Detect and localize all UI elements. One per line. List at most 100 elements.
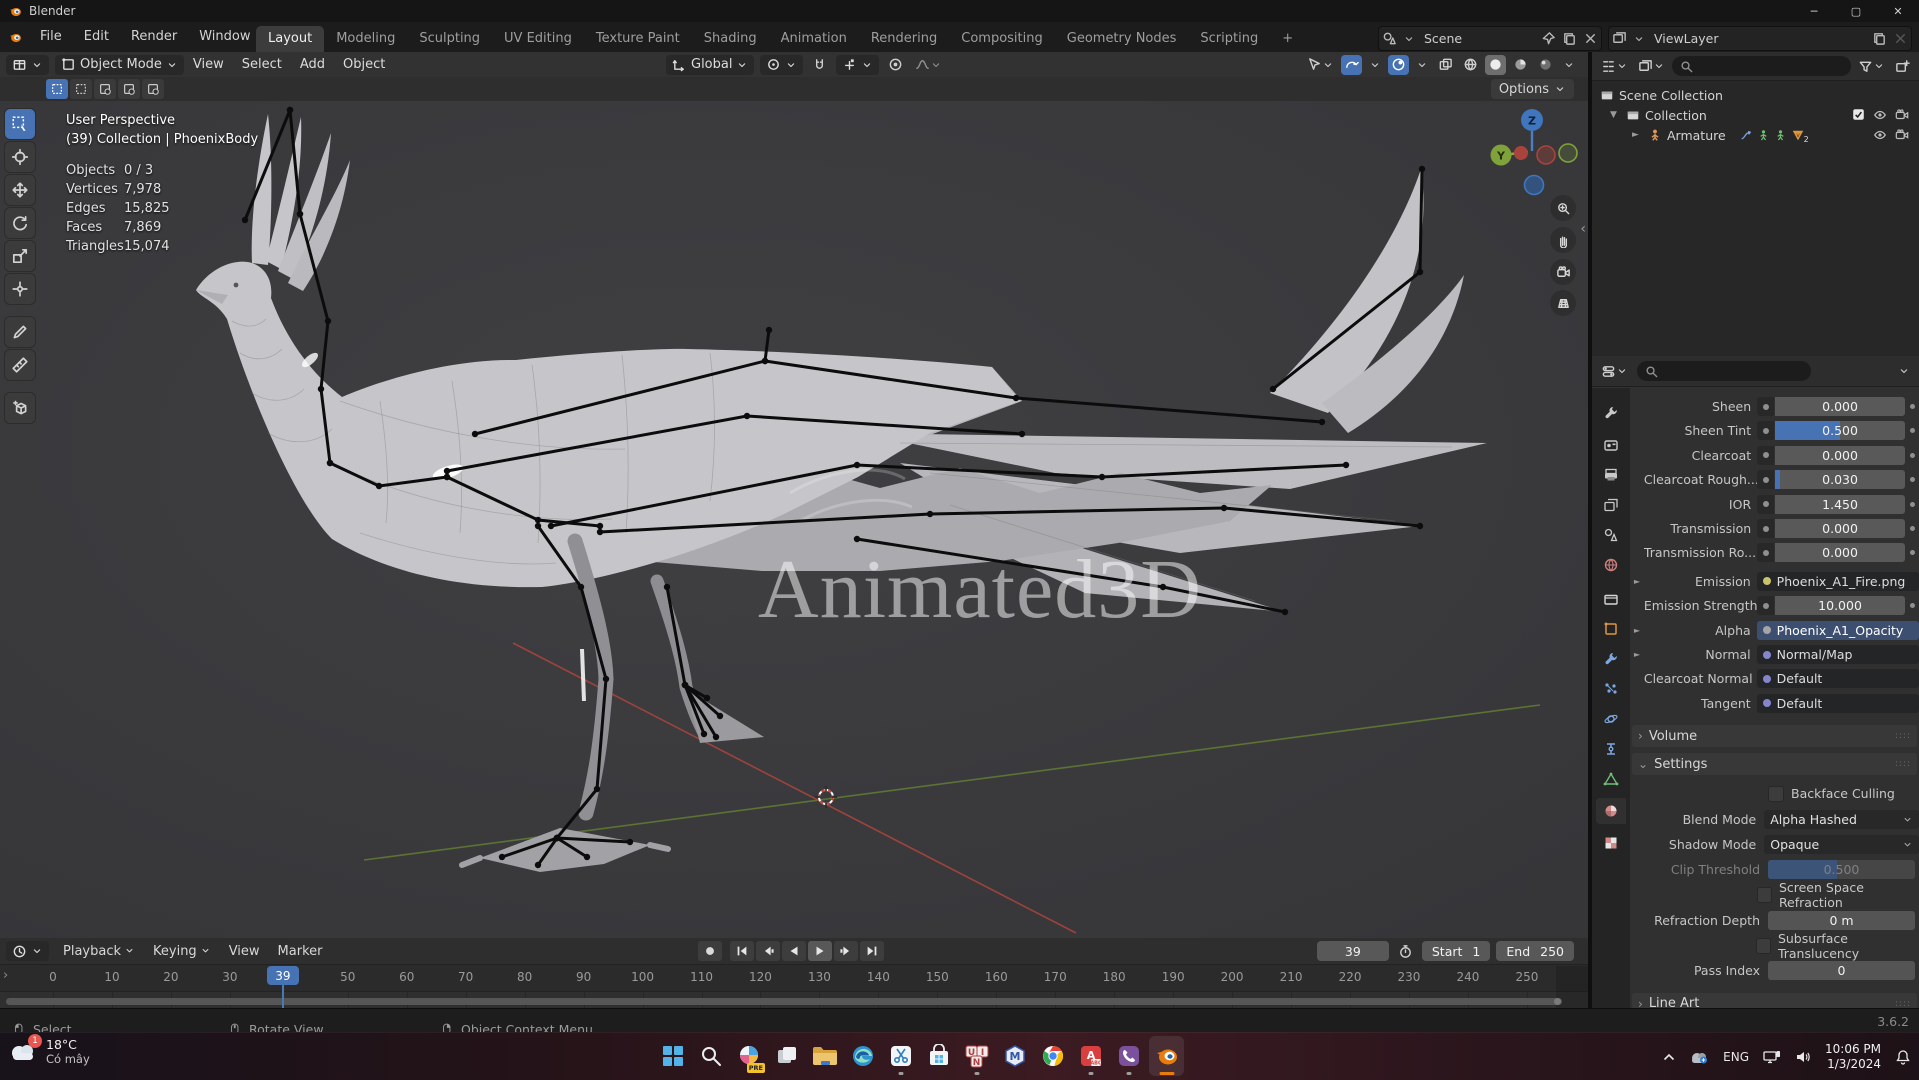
property-socket-field[interactable]: Phoenix_A1_Fire.png bbox=[1756, 571, 1919, 591]
tab-rendering[interactable]: Rendering bbox=[859, 26, 949, 52]
expand-right-icon[interactable]: ► bbox=[1630, 577, 1644, 586]
properties-search-input[interactable] bbox=[1637, 361, 1811, 381]
orthographic-toggle-button[interactable] bbox=[1550, 290, 1576, 316]
network-icon[interactable] bbox=[1763, 1050, 1781, 1064]
record-button[interactable] bbox=[698, 941, 722, 961]
pivot-dropdown[interactable] bbox=[760, 54, 804, 75]
properties-editor-type-button[interactable] bbox=[1598, 361, 1631, 381]
tab-modeling[interactable]: Modeling bbox=[324, 26, 407, 52]
taskbar-app-unikey[interactable]: UIN bbox=[959, 1036, 994, 1076]
properties-tab-object[interactable] bbox=[1596, 616, 1626, 642]
gizmo-x-negative[interactable] bbox=[1536, 145, 1556, 165]
properties-tab-collection[interactable] bbox=[1596, 586, 1626, 612]
viewlayer-selector[interactable]: ViewLayer bbox=[1608, 26, 1912, 51]
snap-target-dropdown[interactable] bbox=[836, 54, 880, 75]
3d-viewport[interactable]: User Perspective (39) Collection | Phoen… bbox=[0, 101, 1588, 938]
snap-toggle[interactable] bbox=[809, 55, 830, 75]
animate-dot-button[interactable] bbox=[1757, 519, 1775, 538]
property-socket-field[interactable]: Phoenix_A1_Opacity bbox=[1756, 620, 1919, 640]
animate-dot-button[interactable] bbox=[1757, 445, 1775, 465]
eye-icon[interactable] bbox=[1873, 108, 1887, 122]
decorator-dot[interactable] bbox=[1905, 404, 1919, 409]
outliner-item-label[interactable]: Armature bbox=[1667, 128, 1726, 143]
shading-solid-button[interactable] bbox=[1485, 54, 1506, 75]
viewlayer-name[interactable]: ViewLayer bbox=[1648, 31, 1869, 46]
panel-header-settings[interactable]: ⌄ Settings:::: bbox=[1632, 753, 1917, 776]
play-button[interactable] bbox=[808, 941, 832, 961]
maximize-button[interactable]: ▢ bbox=[1835, 0, 1877, 22]
expand-right-icon[interactable]: ► bbox=[1632, 130, 1646, 140]
outliner-row-scene-collection[interactable]: Scene Collection bbox=[1592, 85, 1919, 105]
taskbar-app-edge[interactable] bbox=[845, 1036, 880, 1076]
properties-tab-render[interactable] bbox=[1596, 432, 1626, 458]
property-slider[interactable]: 0.500 bbox=[1775, 421, 1906, 441]
decorator-dot[interactable] bbox=[1905, 477, 1919, 483]
decorator-dot[interactable] bbox=[1905, 603, 1919, 609]
viewport-menu-select[interactable]: Select bbox=[233, 57, 291, 72]
transform-tool-button[interactable] bbox=[5, 274, 35, 304]
outliner-item-label[interactable]: Scene Collection bbox=[1619, 88, 1723, 103]
outliner-display-mode-button[interactable] bbox=[1598, 56, 1631, 76]
timeline-menu-view[interactable]: View bbox=[221, 944, 268, 959]
prev-key-button[interactable] bbox=[756, 941, 780, 961]
tab-geometry-nodes[interactable]: Geometry Nodes bbox=[1055, 26, 1189, 52]
outliner-filter-mode-button[interactable] bbox=[1635, 56, 1668, 76]
select-mode-2[interactable] bbox=[94, 79, 116, 99]
navigation-gizmo[interactable]: Z Y bbox=[1482, 103, 1586, 203]
move-tool-button[interactable] bbox=[5, 175, 35, 205]
decorator-dot[interactable] bbox=[1905, 501, 1919, 507]
xray-dropdown[interactable] bbox=[1413, 55, 1431, 75]
eye-icon[interactable] bbox=[1873, 128, 1887, 142]
tab-scripting[interactable]: Scripting bbox=[1188, 26, 1270, 52]
taskbar-app-explorer[interactable] bbox=[807, 1036, 842, 1076]
tray-clock[interactable]: 10:06 PM 1/3/2024 bbox=[1825, 1042, 1881, 1072]
checkbox-icon[interactable] bbox=[1852, 108, 1865, 122]
taskbar-app-store[interactable] bbox=[921, 1036, 956, 1076]
tab-compositing[interactable]: Compositing bbox=[949, 26, 1055, 52]
taskbar-app-chrome[interactable] bbox=[1035, 1036, 1070, 1076]
blender-menu-logo-icon[interactable] bbox=[8, 31, 23, 44]
current-frame-field[interactable]: 39 bbox=[1316, 941, 1389, 961]
panel-grip-icon[interactable]: :::: bbox=[1895, 759, 1911, 769]
animate-dot-button[interactable] bbox=[1757, 421, 1775, 441]
expand-down-icon[interactable]: ▼ bbox=[1610, 110, 1624, 120]
timeline-menu-keying[interactable]: Keying bbox=[145, 944, 219, 959]
taskbar-app-snipping[interactable] bbox=[883, 1036, 918, 1076]
animate-dot-button[interactable] bbox=[1757, 397, 1775, 416]
panel-grip-icon[interactable]: :::: bbox=[1895, 731, 1911, 741]
shading-rendered-button[interactable] bbox=[1535, 55, 1556, 75]
xray-mode-button[interactable] bbox=[1435, 55, 1456, 75]
gizmo-y-negative[interactable] bbox=[1558, 143, 1578, 163]
property-slider[interactable]: 0.000 bbox=[1775, 397, 1906, 416]
tab-texture-paint[interactable]: Texture Paint bbox=[584, 26, 692, 52]
timeline-scrollbar[interactable] bbox=[6, 998, 1563, 1005]
dropdown-shadow-mode[interactable]: Opaque bbox=[1764, 834, 1919, 854]
select-box-tool-button[interactable] bbox=[5, 109, 35, 139]
decorator-dot[interactable] bbox=[1905, 550, 1919, 556]
tab-uv-editing[interactable]: UV Editing bbox=[492, 26, 584, 52]
taskbar-app-copilot[interactable]: PRE bbox=[731, 1036, 766, 1076]
play-reverse-button[interactable] bbox=[782, 941, 806, 961]
cursor-tool-button[interactable] bbox=[5, 142, 35, 172]
scale-tool-button[interactable] bbox=[5, 241, 35, 271]
menu-render[interactable]: Render bbox=[120, 22, 188, 52]
property-slider[interactable]: 0.000 bbox=[1775, 519, 1906, 538]
measure-tool-button[interactable] bbox=[5, 350, 35, 380]
minimize-button[interactable]: ─ bbox=[1793, 0, 1835, 22]
onedrive-icon[interactable] bbox=[1689, 1050, 1709, 1064]
outliner-search-input[interactable] bbox=[1672, 56, 1851, 76]
show-overlays-button[interactable] bbox=[1341, 54, 1362, 75]
properties-tab-world[interactable] bbox=[1596, 552, 1626, 578]
property-slider[interactable]: 0.000 bbox=[1775, 445, 1906, 465]
property-slider[interactable]: 10.000 bbox=[1775, 596, 1906, 616]
annotate-tool-button[interactable] bbox=[5, 317, 35, 347]
timeline-menu-marker[interactable]: Marker bbox=[270, 944, 331, 959]
language-indicator[interactable]: ENG bbox=[1723, 1050, 1749, 1064]
field-pass-index[interactable]: 0 bbox=[1768, 961, 1915, 981]
pin-icon[interactable] bbox=[1538, 31, 1559, 46]
expand-right-icon[interactable]: ► bbox=[1630, 650, 1644, 659]
select-mode-1[interactable] bbox=[70, 79, 92, 99]
taskbar-app-mindmaple[interactable]: M bbox=[997, 1036, 1032, 1076]
viewport-menu-object[interactable]: Object bbox=[334, 57, 394, 72]
timeline-menu-playback[interactable]: Playback bbox=[55, 944, 143, 959]
